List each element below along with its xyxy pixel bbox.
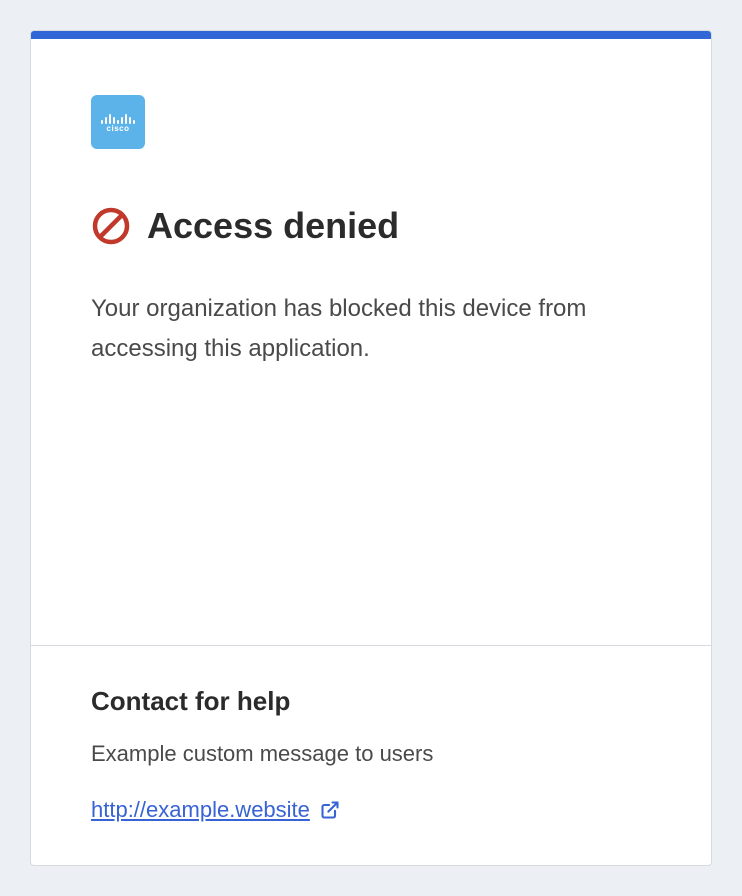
help-message: Example custom message to users — [91, 741, 651, 767]
help-footer: Contact for help Example custom message … — [31, 645, 711, 865]
help-link[interactable]: http://example.website — [91, 797, 310, 823]
accent-bar — [31, 31, 711, 39]
external-link-icon — [320, 800, 340, 820]
help-link-container: http://example.website — [91, 797, 340, 823]
help-heading: Contact for help — [91, 686, 651, 717]
page-message: Your organization has blocked this devic… — [91, 289, 651, 368]
brand-logo: cisco — [91, 95, 145, 149]
access-denied-card: cisco Access denied Your organization ha… — [30, 30, 712, 866]
prohibited-icon — [91, 206, 131, 246]
page-title: Access denied — [147, 205, 399, 247]
title-row: Access denied — [91, 205, 651, 247]
brand-logo-text: cisco — [107, 125, 130, 133]
brand-logo-bars — [101, 112, 135, 124]
card-content: cisco Access denied Your organization ha… — [31, 39, 711, 645]
